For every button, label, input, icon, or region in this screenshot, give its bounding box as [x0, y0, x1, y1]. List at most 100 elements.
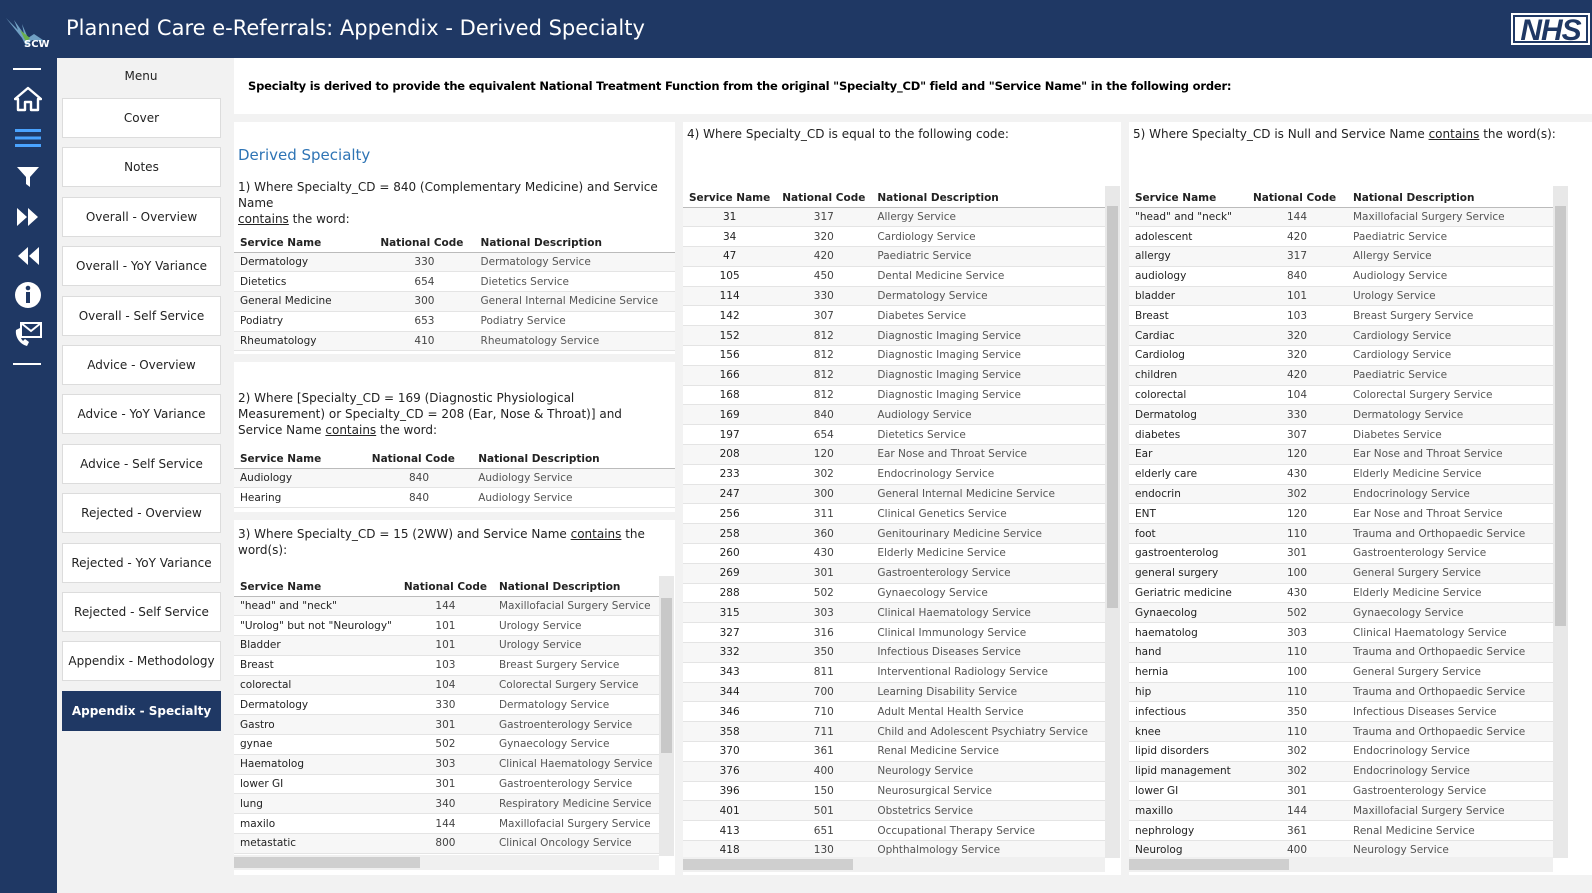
national-description-cell: Maxillofacial Surgery Service [1347, 207, 1553, 228]
menu-item-cover[interactable]: Cover [62, 98, 221, 138]
column-header[interactable]: National Description [1347, 189, 1553, 208]
service-name-cell: children [1129, 365, 1247, 386]
menu-item-overall-overview[interactable]: Overall - Overview [62, 196, 221, 237]
national-code-cell: 420 [776, 246, 872, 267]
national-description-cell: Trauma and Orthopaedic Service [1347, 523, 1553, 545]
national-description-cell: Maxillofacial Surgery Service [1347, 800, 1553, 822]
table-row: General Medicine 300 General Internal Medi… [234, 291, 675, 312]
service-name-cell: 370 [683, 741, 777, 762]
table-row: Podiatry 653 Podiatry Service [234, 311, 675, 332]
menu-item-overall-self-service[interactable]: Overall - Self Service [62, 295, 221, 336]
national-description-cell: Diagnostic Imaging Service [871, 385, 1105, 406]
home-icon[interactable] [12, 83, 44, 115]
national-description-cell: Renal Medicine Service [871, 741, 1105, 762]
service-name-cell: 168 [683, 385, 777, 406]
national-description-cell: Gastroenterology Service [492, 714, 659, 736]
column-header[interactable]: National Description [472, 450, 675, 469]
service-name-cell: 156 [683, 345, 777, 366]
national-description-cell: Ear Nose and Throat Service [1347, 503, 1553, 525]
national-code-cell: 340 [397, 793, 493, 815]
national-code-cell: 303 [776, 602, 872, 624]
service-name-cell: Dermatology [234, 694, 398, 716]
service-name-cell: 315 [683, 602, 777, 624]
service-name-cell: endocrin [1129, 484, 1247, 505]
column-header[interactable]: National Description [474, 234, 675, 253]
menu-item-notes[interactable]: Notes [62, 147, 221, 188]
service-name-cell: audiology [1129, 266, 1247, 287]
national-code-cell: 711 [776, 721, 872, 743]
service-name-cell: 208 [683, 444, 777, 465]
column-header[interactable]: National Code [374, 234, 475, 253]
fast-forward-icon[interactable] [12, 201, 44, 233]
national-description-cell: Breast Surgery Service [1347, 305, 1553, 327]
section-5-hscrollbar[interactable] [1129, 857, 1553, 872]
column-header[interactable]: National Description [871, 189, 1105, 208]
national-code-cell: 450 [776, 266, 872, 287]
service-name-cell: 260 [683, 543, 777, 564]
table-row: hand 110 Trauma and Orthopaedic Service [1129, 642, 1553, 663]
column-header[interactable]: Service Name [234, 578, 398, 597]
service-name-cell: "head" and "neck" [234, 596, 398, 617]
service-name-cell: Dietetics [234, 271, 375, 293]
menu-item-rejected-yoy-variance[interactable]: Rejected - YoY Variance [62, 542, 221, 583]
national-description-cell: Child and Adolescent Psychiatry Service [871, 721, 1105, 743]
rewind-icon[interactable] [12, 240, 44, 272]
menu-item-advice-self-service[interactable]: Advice - Self Service [62, 443, 221, 484]
national-code-cell: 302 [1247, 741, 1347, 762]
service-name-cell: 166 [683, 365, 777, 386]
info-icon[interactable] [12, 279, 44, 311]
service-name-cell: gastroenterolog [1129, 543, 1247, 564]
national-code-cell: 420 [1247, 226, 1347, 248]
section-3-hscrollbar[interactable] [234, 855, 659, 870]
national-description-cell: Gastroenterology Service [871, 563, 1105, 584]
national-code-cell: 103 [397, 655, 493, 676]
national-description-cell: Colorectal Surgery Service [1347, 385, 1553, 406]
section-5-scrollbar[interactable] [1553, 186, 1568, 858]
service-name-cell: 344 [683, 682, 777, 703]
table-row: 370 361 Renal Medicine Service [683, 741, 1105, 762]
column-header[interactable]: Service Name [234, 450, 366, 469]
service-name-cell: 327 [683, 622, 777, 644]
service-name-cell: 152 [683, 325, 777, 347]
section-4-hscrollbar[interactable] [683, 857, 1105, 872]
section-4-scrollbar[interactable] [1105, 186, 1120, 858]
column-header[interactable]: National Code [365, 450, 473, 469]
menu-item-appendix-specialty[interactable]: Appendix - Specialty [62, 690, 221, 731]
national-code-cell: 300 [776, 484, 872, 505]
service-name-cell: 401 [683, 800, 777, 822]
national-code-cell: 840 [776, 404, 872, 426]
service-name-cell: 376 [683, 761, 777, 782]
menu-item-rejected-self-service[interactable]: Rejected - Self Service [62, 592, 221, 632]
column-header[interactable]: National Code [776, 189, 872, 208]
menu-item-overall-yoy-variance[interactable]: Overall - YoY Variance [62, 246, 221, 287]
service-name-cell: haematolog [1129, 622, 1247, 644]
menu-item-advice-overview[interactable]: Advice - Overview [62, 345, 221, 385]
national-code-cell: 103 [1247, 305, 1347, 327]
national-code-cell: 710 [776, 701, 872, 723]
menu-item-appendix-methodology[interactable]: Appendix - Methodology [62, 641, 221, 682]
column-header[interactable]: Service Name [683, 189, 777, 208]
menu-icon[interactable] [12, 122, 44, 154]
column-header[interactable]: National Description [492, 578, 659, 597]
table-row: 208 120 Ear Nose and Throat Service [683, 444, 1105, 465]
menu-item-rejected-overview[interactable]: Rejected - Overview [62, 493, 221, 534]
national-description-cell: General Surgery Service [1347, 563, 1553, 584]
filter-icon[interactable] [12, 161, 44, 193]
service-name-cell: Cardiac [1129, 325, 1247, 347]
contact-icon[interactable] [12, 318, 44, 350]
national-code-cell: 100 [1247, 662, 1347, 683]
national-description-cell: General Surgery Service [1347, 662, 1553, 683]
national-description-cell: Cardiology Service [1347, 345, 1553, 366]
service-name-cell: Gastro [234, 714, 398, 736]
service-name-cell: hand [1129, 642, 1247, 663]
column-header[interactable]: Service Name [234, 234, 375, 253]
table-row: Dermatology 330 Dermatology Service [234, 252, 675, 273]
table-row: allergy 317 Allergy Service [1129, 246, 1553, 267]
national-code-cell: 301 [776, 563, 872, 584]
column-header[interactable]: National Code [397, 578, 493, 597]
column-header[interactable]: Service Name [1129, 189, 1247, 208]
menu-item-advice-yoy-variance[interactable]: Advice - YoY Variance [62, 394, 221, 435]
section-3-scrollbar[interactable] [659, 576, 674, 856]
column-header[interactable]: National Code [1247, 189, 1347, 208]
national-description-cell: Infectious Diseases Service [1347, 701, 1553, 723]
